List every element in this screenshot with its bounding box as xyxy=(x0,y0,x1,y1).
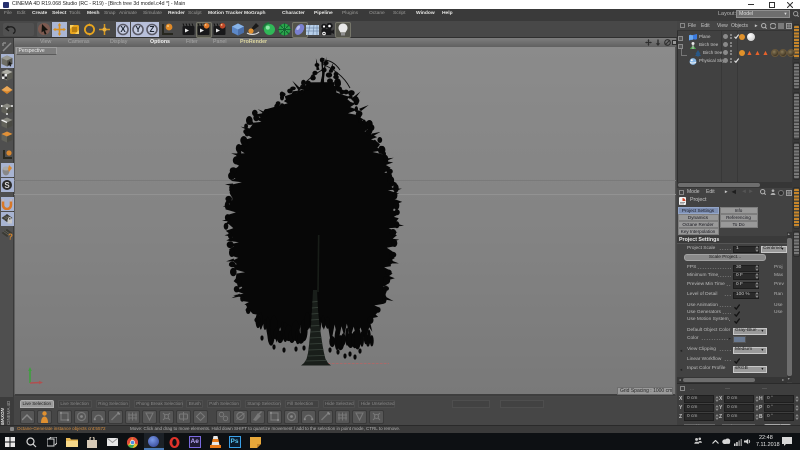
svg-text:Z: Z xyxy=(150,25,155,34)
svg-text:?: ? xyxy=(8,233,13,241)
svg-text:S: S xyxy=(4,181,10,190)
svg-text:X: X xyxy=(120,25,126,34)
svg-text:Y: Y xyxy=(135,25,141,34)
